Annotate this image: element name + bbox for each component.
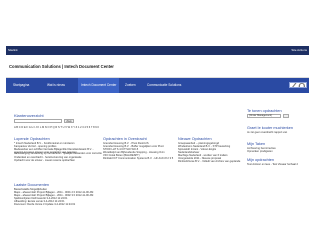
site-actions-link[interactable]: Site Actions	[291, 46, 307, 55]
mine-item[interactable]: Test Ad-Hoc en lees - Test Vissaar herha…	[247, 163, 307, 166]
nav-item-zoeken[interactable]: Zoeken	[122, 78, 139, 93]
sidebar-title-graet: Graet Ie kouter muchierken	[247, 126, 294, 130]
list-item[interactable]: Document: Derde Versie 3 Update 3-4-2012…	[14, 203, 174, 206]
alphabet-links[interactable]: A B C D E F G H I J K L M N O P Q R S T …	[14, 126, 134, 129]
col-title-lopende: Lopende Opdrachten	[14, 137, 50, 141]
col-title-overdracht: Opdrachten in Overdracht	[103, 137, 147, 141]
nav-item-document-center[interactable]: Imtech Document Center	[78, 78, 120, 93]
list-item[interactable]: Aankondiging verwerking op het kantoor -…	[14, 152, 102, 155]
site-title: Communication Solutions | Imtech Documen…	[9, 64, 114, 69]
nav-bar: Startpagina Wat is nieuw Imtech Document…	[6, 78, 309, 93]
nav-item-wat-is-nieuw[interactable]: Wat is nieuw	[44, 78, 68, 93]
sidebar-title-taken: Mijn Taken	[247, 142, 266, 146]
nav-item-startpagina[interactable]: Startpagina	[10, 78, 32, 93]
sidebar: Te tonen opdrachten (Onder Management) G…	[247, 93, 309, 208]
col-title-nieuwe: Nieuwe Opdrachten	[178, 137, 212, 141]
sidebar-title-mijn: Mijn opdrachten	[247, 158, 275, 162]
sitelink[interactable]: Sitelink	[8, 48, 18, 52]
task-item[interactable]: Opmerken prodigieten	[247, 150, 307, 153]
page-heading: Klantenoverzicht	[14, 113, 44, 118]
list-item[interactable]: Rimbald ICT Communication Systems B.V. -…	[103, 157, 175, 160]
sidebar-title-tonen: Te tonen opdrachten	[247, 109, 282, 113]
nav-item-communicatie-solutions[interactable]: Communicatie Solutions	[144, 78, 184, 93]
opdracht-select[interactable]: (Onder Management)	[247, 114, 281, 118]
list-item[interactable]: Rimbsdnhuise B.V. - Volledt van Archiev …	[178, 160, 246, 163]
top-bar: Sitelink Site Actions	[6, 46, 309, 55]
latest-title: Laatste Documenten	[14, 183, 50, 187]
header: Communication Solutions | Imtech Documen…	[6, 56, 309, 78]
nav-search-input[interactable]	[289, 82, 307, 88]
search-button[interactable]: Zoek	[64, 119, 74, 123]
search-input[interactable]	[14, 119, 62, 123]
go-button[interactable]	[283, 114, 289, 118]
sidebar-desc: Je zet geen overdracht rapport van	[247, 131, 288, 134]
list-item[interactable]: Opdracht voor de uitvoer - meest recente…	[14, 159, 102, 162]
